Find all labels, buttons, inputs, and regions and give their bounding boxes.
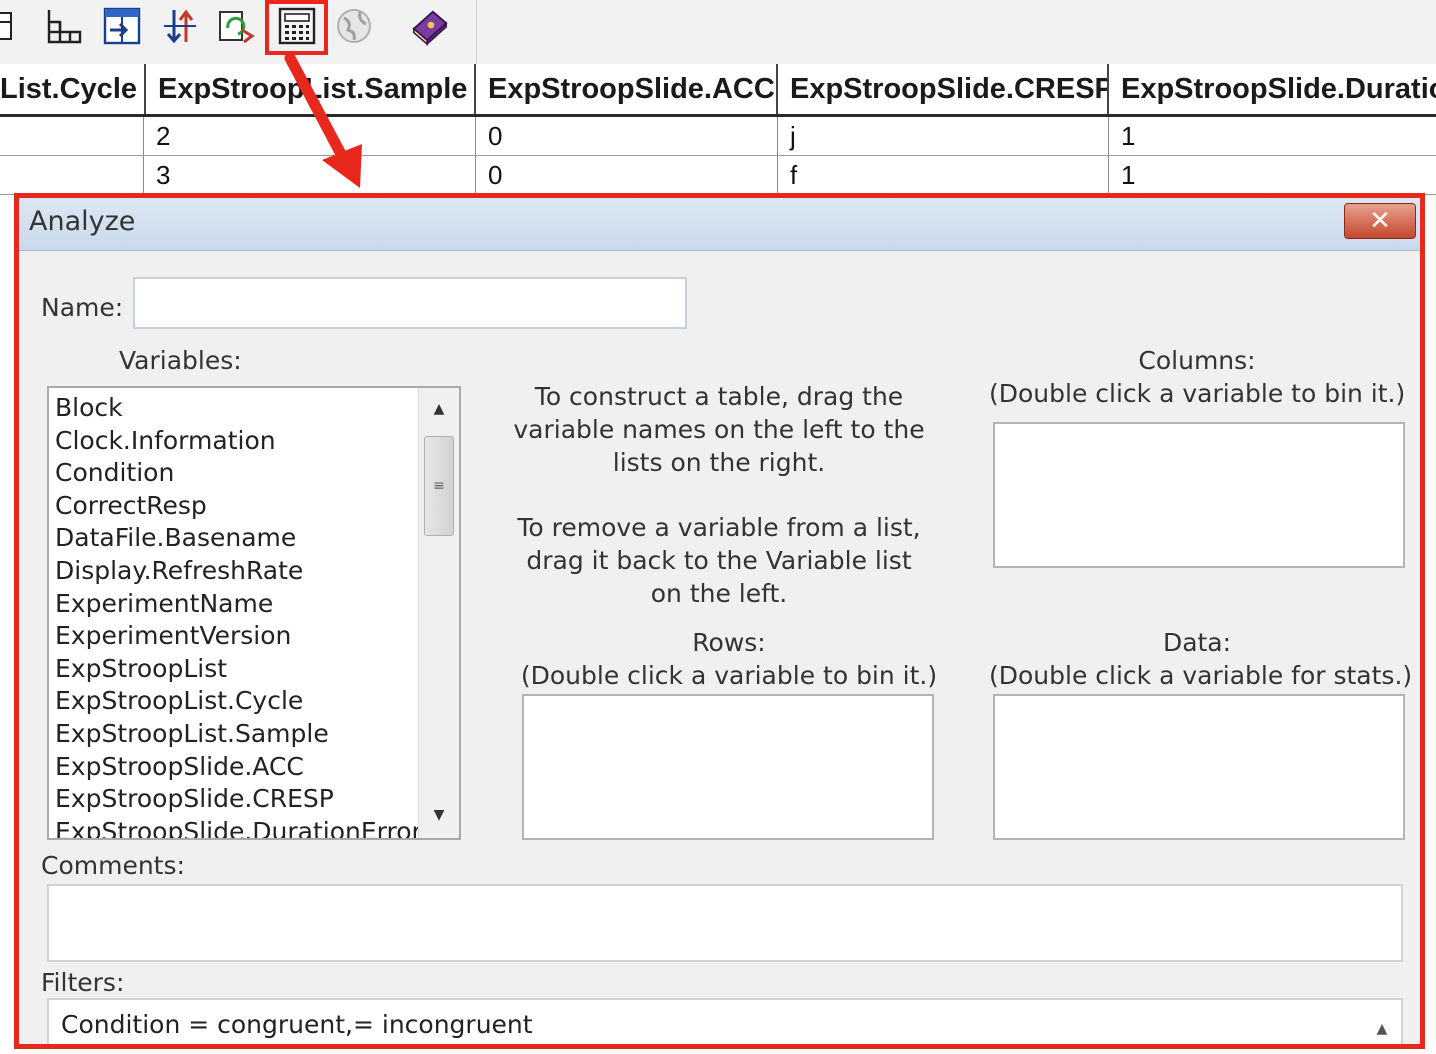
scroll-down-icon[interactable]: ▼	[419, 800, 459, 830]
analyze-dialog: Analyze ✕ Name: Variables: Block Clock.I…	[14, 193, 1425, 1049]
rows-list[interactable]	[522, 694, 934, 840]
column-header[interactable]: ExpStroopSlide.CRESP	[778, 64, 1109, 114]
table-row: 3 0 f 1	[0, 156, 1436, 195]
refresh-icon[interactable]	[216, 6, 256, 46]
name-label: Name:	[41, 293, 124, 322]
toolbar-separator	[476, 0, 477, 64]
name-input[interactable]	[133, 277, 687, 329]
comments-label: Comments:	[41, 851, 185, 880]
column-header[interactable]: ExpStroopSlide.Duratio	[1109, 64, 1436, 114]
filters-field[interactable]: Condition = congruent,= incongruent ▲	[47, 998, 1403, 1044]
data-label: Data:	[1162, 628, 1232, 657]
dialog-titlebar[interactable]: Analyze ✕	[19, 198, 1420, 251]
list-item[interactable]: ExpStroopSlide.DurationError	[55, 816, 459, 838]
grid-cell[interactable]	[0, 117, 144, 155]
column-header[interactable]: List.Cycle	[0, 64, 146, 114]
book-icon[interactable]	[410, 6, 450, 46]
grid-cell[interactable]: j	[778, 117, 1109, 155]
list-item[interactable]: CorrectResp	[55, 490, 459, 523]
list-item[interactable]: ExpStroopSlide.CRESP	[55, 783, 459, 816]
variables-label: Variables:	[119, 346, 242, 375]
data-list[interactable]	[993, 694, 1405, 840]
list-item[interactable]: ExpStroopSlide.ACC	[55, 751, 459, 784]
grid-icon[interactable]	[44, 6, 84, 46]
list-item[interactable]: ExperimentVersion	[55, 620, 459, 653]
column-header[interactable]: ExpStroopSlide.ACC	[476, 64, 778, 114]
grid-cell[interactable]: 0	[476, 156, 778, 194]
instructions-remove: To remove a variable from a list, drag i…	[517, 513, 921, 608]
close-button[interactable]: ✕	[1344, 203, 1416, 239]
columns-label: Columns:	[1138, 346, 1256, 375]
close-icon: ✕	[1369, 206, 1391, 236]
sort-icon[interactable]	[160, 6, 200, 46]
list-item[interactable]: Clock.Information	[55, 425, 459, 458]
columns-list[interactable]	[993, 422, 1405, 568]
variables-scrollbar[interactable]: ▲ ≡ ▼	[418, 388, 459, 838]
scroll-up-icon[interactable]: ▲	[1365, 1002, 1399, 1044]
instructions: To construct a table, drag the variable …	[509, 380, 929, 642]
grid-cell[interactable]: f	[778, 156, 1109, 194]
scroll-thumb[interactable]: ≡	[424, 436, 454, 536]
globe-icon[interactable]	[334, 6, 374, 46]
list-item[interactable]: ExpStroopList.Sample	[55, 718, 459, 751]
filters-value: Condition = congruent,= incongruent	[61, 1010, 533, 1039]
list-item[interactable]: DataFile.Basename	[55, 522, 459, 555]
grid-cell[interactable]: 1	[1109, 117, 1436, 155]
rows-hint: (Double click a variable to bin it.)	[520, 661, 938, 690]
annotation-arrow	[284, 52, 362, 188]
scroll-up-icon[interactable]: ▲	[419, 394, 459, 424]
comments-field[interactable]	[47, 884, 1403, 962]
instructions-construct: To construct a table, drag the variable …	[513, 382, 925, 477]
analyze-button-highlight	[265, 0, 328, 55]
table-row: 2 0 j 1	[0, 117, 1436, 156]
filters-label: Filters:	[41, 968, 125, 997]
data-hint: (Double click a variable for stats.)	[989, 661, 1413, 690]
dialog-title: Analyze	[29, 206, 136, 237]
list-item[interactable]: Condition	[55, 457, 459, 490]
list-item[interactable]: Display.RefreshRate	[55, 555, 459, 588]
toolbar	[0, 0, 1436, 65]
grid-cell[interactable]: 0	[476, 117, 778, 155]
rows-label: Rows:	[692, 628, 766, 657]
variables-list[interactable]: Block Clock.Information Condition Correc…	[47, 386, 461, 840]
list-item[interactable]: Block	[55, 392, 459, 425]
table-icon[interactable]	[0, 6, 18, 46]
list-item[interactable]: ExpStroopList	[55, 653, 459, 686]
list-item[interactable]: ExpStroopList.Cycle	[55, 685, 459, 718]
list-item[interactable]: ExperimentName	[55, 588, 459, 621]
grid-cell[interactable]	[0, 156, 144, 194]
grid-header-row: List.Cycle ExpStroopList.Sample ExpStroo…	[0, 64, 1436, 117]
import-icon[interactable]	[102, 6, 142, 46]
columns-hint: (Double click a variable to bin it.)	[989, 379, 1406, 408]
grid-cell[interactable]: 1	[1109, 156, 1436, 194]
